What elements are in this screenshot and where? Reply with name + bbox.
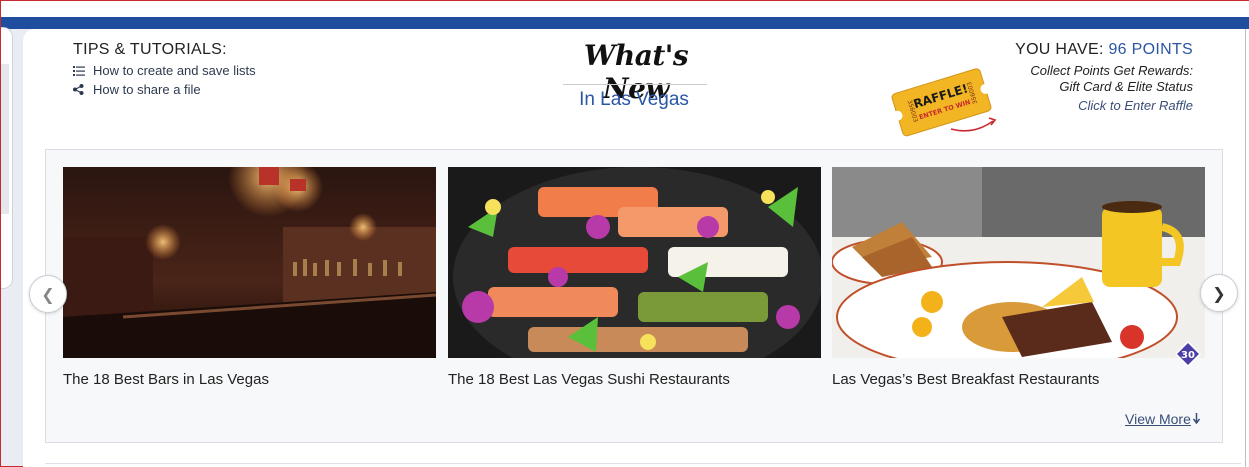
sushi-platter-image [448, 167, 821, 358]
breakfast-plate-image [832, 167, 1205, 358]
carousel-next-button[interactable]: ❯ [1200, 274, 1238, 312]
points-rewards-line1: Collect Points Get Rewards: [1030, 63, 1193, 78]
count-badge: 30 [1174, 340, 1202, 368]
tips-section: TIPS & TUTORIALS: How to create and save… [73, 41, 256, 97]
tip-link-label: How to create and save lists [93, 63, 256, 78]
article-card-bars[interactable]: The 18 Best Bars in Las Vegas [63, 167, 436, 388]
raffle-ticket-button[interactable]: 356003 356003 RAFFLE! ENTER TO WIN [889, 63, 1001, 139]
left-panel-strip [1, 64, 9, 214]
top-blue-band [1, 1, 1249, 29]
tip-link-label: How to share a file [93, 82, 201, 97]
points-rewards-line2: Gift Card & Elite Status [1059, 79, 1193, 94]
points-section: YOU HAVE: 96 POINTS Collect Points Get R… [1015, 41, 1193, 113]
city-subtitle: In Las Vegas [579, 89, 689, 110]
bottom-divider [45, 463, 1241, 464]
tip-link-share-file[interactable]: How to share a file [73, 82, 256, 97]
article-title: The 18 Best Bars in Las Vegas [63, 371, 269, 388]
article-card-breakfast[interactable]: Las Vegas’s Best Breakfast Restaurants [832, 167, 1205, 388]
chevron-left-icon: ❮ [41, 284, 55, 304]
title-divider [563, 84, 707, 85]
right-edge-panel [1245, 29, 1248, 467]
tips-title: TIPS & TUTORIALS: [73, 41, 227, 58]
view-more-link[interactable]: View More [1125, 411, 1200, 427]
points-value: 96 POINTS [1108, 41, 1193, 58]
article-title: Las Vegas’s Best Breakfast Restaurants [832, 371, 1100, 388]
bar-interior-image [63, 167, 436, 358]
points-summary: YOU HAVE: 96 POINTS [1015, 41, 1193, 59]
badge-count: 30 [1181, 350, 1195, 361]
enter-raffle-link[interactable]: Click to Enter Raffle [1015, 98, 1193, 113]
list-icon [73, 65, 87, 76]
arrow-down-icon [1192, 411, 1200, 427]
article-card-sushi[interactable]: The 18 Best Las Vegas Sushi Restaurants [448, 167, 821, 388]
points-label: YOU HAVE: [1015, 41, 1109, 58]
left-side-panel [1, 27, 13, 289]
tip-link-create-lists[interactable]: How to create and save lists [73, 63, 256, 78]
chevron-right-icon: ❯ [1212, 283, 1226, 303]
view-more-label: View More [1125, 411, 1191, 427]
share-icon [73, 84, 87, 95]
carousel-prev-button[interactable]: ❮ [29, 275, 67, 313]
article-title: The 18 Best Las Vegas Sushi Restaurants [448, 371, 730, 388]
